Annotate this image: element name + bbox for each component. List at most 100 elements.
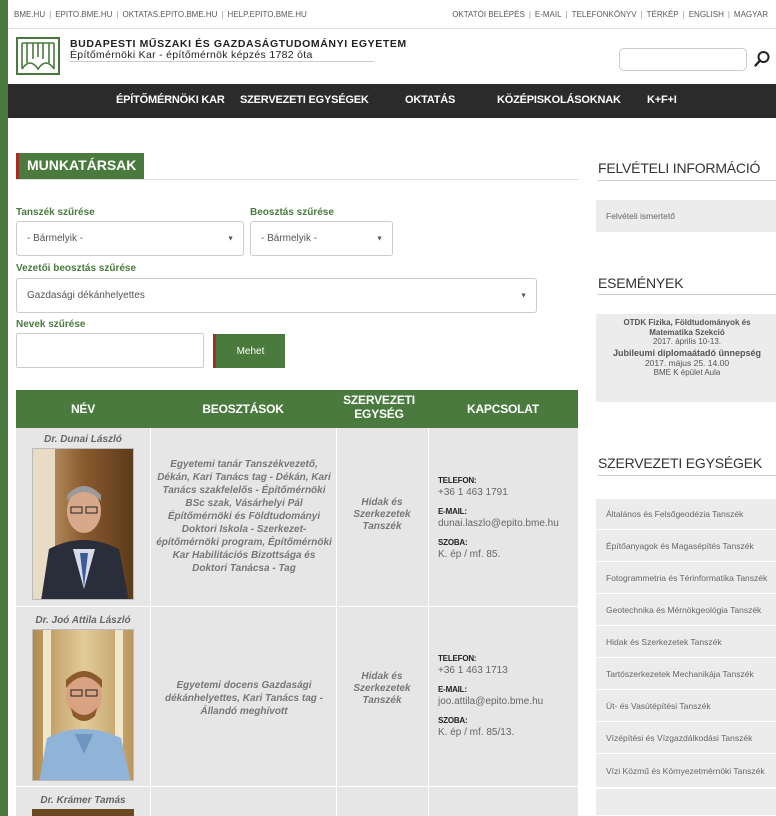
staff-name[interactable]: Dr. Krámer Tamás xyxy=(16,795,150,806)
filter-dept-select[interactable]: - Bármelyik - ▼ xyxy=(16,221,244,256)
sidebar-events-box: OTDK Fizika, Földtudományok és Matematik… xyxy=(596,314,776,402)
sidebar-unit-link[interactable]: Vízi Közmű és Környezetmérnöki Tanszék xyxy=(596,754,776,788)
link-phonebook[interactable]: TELEFONKÖNYV xyxy=(572,10,637,19)
staff-name[interactable]: Dr. Dunai László xyxy=(16,434,150,445)
staff-photo[interactable] xyxy=(32,809,134,816)
nav-item-education[interactable]: OKTATÁS xyxy=(405,94,455,106)
room-label: SZOBA: xyxy=(438,716,468,725)
sidebar-divider xyxy=(598,294,776,295)
event-date: 2017. április 10-13. xyxy=(652,337,722,346)
phone-value: +36 1 463 1791 xyxy=(438,487,508,498)
sidebar-events-title: ESEMÉNYEK xyxy=(598,275,684,291)
filter-position-value: - Bármelyik - xyxy=(261,233,318,244)
email-label: E-MAIL: xyxy=(438,507,467,516)
nav-item-highschool[interactable]: KÖZÉPISKOLÁSOKNAK xyxy=(497,94,621,106)
email-link[interactable]: dunai.laszlo@epito.bme.hu xyxy=(438,518,559,529)
separator: | xyxy=(565,9,568,19)
separator: | xyxy=(49,9,52,19)
link-oktatas[interactable]: OKTATAS.EPITO.BME.HU xyxy=(122,10,217,19)
dropdown-arrow-icon: ▼ xyxy=(227,235,234,242)
sidebar-unit-link[interactable]: Fotogrammetria és Térinformatika Tanszék xyxy=(596,562,776,594)
cell-divider xyxy=(428,607,429,786)
sidebar-unit-link[interactable]: Hidak és Szerkezetek Tanszék xyxy=(596,626,776,658)
sidebar-divider xyxy=(598,475,776,476)
cell-divider xyxy=(428,428,429,606)
cell-divider xyxy=(150,787,151,816)
filter-position-select[interactable]: - Bármelyik - ▼ xyxy=(250,221,393,256)
phone-value: +36 1 463 1713 xyxy=(438,665,508,676)
table-row: Dr. Krámer Tamás xyxy=(16,787,578,816)
staff-unit[interactable]: Hidak és Szerkezetek Tanszék xyxy=(342,497,422,533)
top-left-links: BME.HU | EPITO.BME.HU | OKTATAS.EPITO.BM… xyxy=(14,10,307,19)
table-row: Dr. Joó Attila László Egyetemi docens Ga… xyxy=(16,607,578,786)
table-row: Dr. Dunai László Egyetemi tanár Tanszékv… xyxy=(16,428,578,606)
staff-unit[interactable]: Hidak és Szerkezetek Tanszék xyxy=(342,671,422,707)
event-title[interactable]: Jubileumi diplomaátadó ünnepség xyxy=(602,348,772,359)
search-icon[interactable] xyxy=(753,50,771,68)
link-english[interactable]: ENGLISH xyxy=(689,10,724,19)
link-instructor-login[interactable]: OKTATÓI BELÉPÉS xyxy=(452,10,525,19)
separator: | xyxy=(727,9,730,19)
staff-photo[interactable] xyxy=(32,629,134,781)
staff-positions: Egyetemi tanár Tanszékvezető, Dékán, Kar… xyxy=(156,459,332,574)
search-input[interactable] xyxy=(619,48,747,71)
link-bme[interactable]: BME.HU xyxy=(14,10,45,19)
email-label: E-MAIL: xyxy=(438,685,467,694)
sidebar-unit-link[interactable] xyxy=(596,789,776,816)
nav-item-faculty[interactable]: ÉPÍTŐMÉRNÖKI KAR xyxy=(116,94,225,106)
phone-label: TELEFON: xyxy=(438,476,477,485)
phone-label: TELEFON: xyxy=(438,654,477,663)
cell-divider xyxy=(428,787,429,816)
room-label: SZOBA: xyxy=(438,538,468,547)
sidebar-units-title: SZERVEZETI EGYSÉGEK xyxy=(598,455,762,471)
nav-item-units[interactable]: SZERVEZETI EGYSÉGEK xyxy=(240,94,369,106)
separator: | xyxy=(116,9,119,19)
nav-item-research[interactable]: K+F+I xyxy=(647,94,677,106)
header-divider xyxy=(70,61,374,62)
link-magyar[interactable]: MAGYAR xyxy=(734,10,768,19)
header-name: NÉV xyxy=(70,402,96,416)
staff-positions: Egyetemi docens Gazdasági dékánhelyettes… xyxy=(164,680,324,717)
separator: | xyxy=(528,9,531,19)
go-button[interactable]: Mehet xyxy=(213,334,285,368)
filter-position-label: Beosztás szűrése xyxy=(250,207,334,218)
faculty-subtitle: Építőmérnöki Kar - építőmérnök képzés 17… xyxy=(70,49,313,61)
cell-divider xyxy=(336,428,337,606)
link-email[interactable]: E-MAIL xyxy=(535,10,562,19)
content-area: MUNKATÁRSAK Tanszék szűrése - Bármelyik … xyxy=(8,118,776,816)
top-utility-bar: BME.HU | EPITO.BME.HU | OKTATAS.EPITO.BM… xyxy=(8,0,776,28)
page-title: MUNKATÁRSAK xyxy=(16,153,145,179)
filter-dept-label: Tanszék szűrése xyxy=(16,207,95,218)
staff-name[interactable]: Dr. Joó Attila László xyxy=(16,615,150,626)
university-logo-icon[interactable] xyxy=(16,37,60,75)
staff-photo[interactable] xyxy=(32,448,134,600)
cell-divider xyxy=(336,787,337,816)
event-place: BME K épület Aula xyxy=(653,368,721,377)
dropdown-arrow-icon: ▼ xyxy=(520,292,527,299)
title-divider xyxy=(16,179,578,180)
cell-divider xyxy=(336,607,337,786)
sidebar-unit-link[interactable]: Általános és Felsőgeodézia Tanszék xyxy=(596,499,776,530)
header-unit: SZERVEZETI EGYSÉG xyxy=(343,393,415,421)
filter-names-label: Nevek szűrése xyxy=(16,319,86,330)
sidebar-unit-link[interactable]: Vízépítési és Vízgazdálkodási Tanszék xyxy=(596,722,776,754)
names-input[interactable] xyxy=(16,333,204,368)
link-help[interactable]: HELP.EPITO.BME.HU xyxy=(228,10,307,19)
sidebar-admission-title: FELVÉTELI INFORMÁCIÓ xyxy=(598,160,761,176)
sidebar-unit-link[interactable]: Építőanyagok és Magasépítés Tanszék xyxy=(596,530,776,562)
sidebar-unit-link[interactable]: Tartószerkezetek Mechanikája Tanszék xyxy=(596,658,776,690)
event-date: 2017. május 25. 14.00 xyxy=(644,357,730,368)
event-title[interactable]: OTDK Fizika, Földtudományok és Matematik… xyxy=(602,318,772,337)
sidebar-admission-link[interactable]: Felvételi ismertető xyxy=(596,200,776,233)
sidebar-unit-link[interactable]: Út- és Vasútépítési Tanszék xyxy=(596,690,776,722)
sidebar-unit-link[interactable]: Geotechnika és Mérnökgeológia Tanszék xyxy=(596,594,776,626)
separator: | xyxy=(640,9,643,19)
header-positions: BEOSZTÁSOK xyxy=(202,402,284,416)
filter-lead-select[interactable]: Gazdasági dékánhelyettes ▼ xyxy=(16,278,537,313)
top-right-links: OKTATÓI BELÉPÉS | E-MAIL | TELEFONKÖNYV … xyxy=(452,10,768,19)
link-epito[interactable]: EPITO.BME.HU xyxy=(55,10,112,19)
email-link[interactable]: joo.attila@epito.bme.hu xyxy=(438,696,543,707)
link-map[interactable]: TÉRKÉP xyxy=(647,10,679,19)
site-header: BUDAPESTI MŰSZAKI ÉS GAZDASÁGTUDOMÁNYI E… xyxy=(8,28,776,84)
table-header: NÉV BEOSZTÁSOK SZERVEZETI EGYSÉG KAPCSOL… xyxy=(16,390,578,428)
